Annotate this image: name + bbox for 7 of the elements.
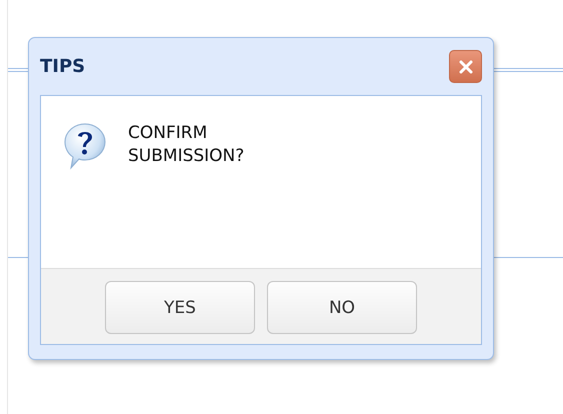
dialog-title: TIPS (40, 56, 86, 77)
question-icon (63, 122, 107, 170)
no-button[interactable]: NO (267, 281, 417, 334)
yes-button[interactable]: YES (105, 281, 255, 334)
confirm-message: CONFIRM SUBMISSION? (128, 122, 246, 168)
close-button[interactable] (449, 50, 482, 83)
close-icon (458, 60, 472, 74)
